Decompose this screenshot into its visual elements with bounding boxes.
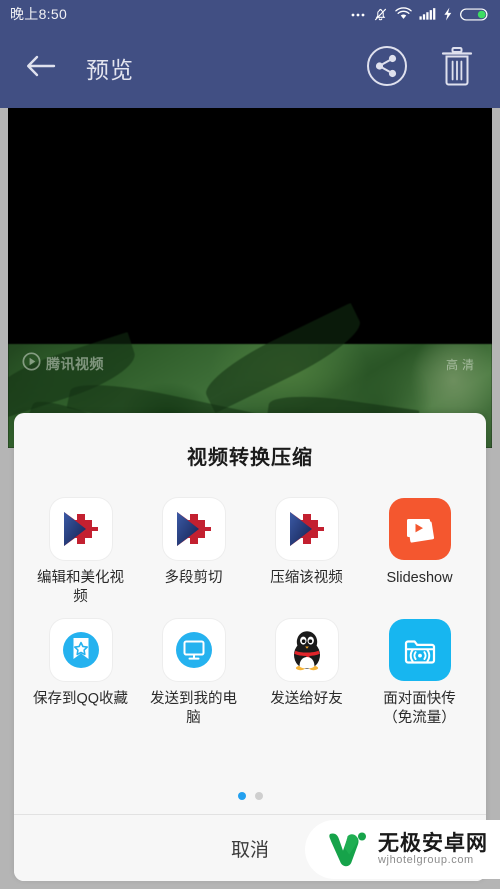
charging-bolt-icon [443,7,453,21]
w-logo-icon [325,827,369,872]
share-item-label: 发送给好友 [270,691,343,708]
arrow-left-icon [24,53,58,84]
video-quality-label: 高清 [445,358,478,372]
video-letterbox [8,108,492,344]
play-circle-icon [22,352,41,376]
videoshow-app-icon [49,498,112,560]
share-button[interactable] [362,43,412,93]
share-nodes-icon [365,44,409,93]
share-item-face-to-face-transfer[interactable]: 面对面快传（免流量） [363,611,476,732]
share-item-edit-beautify[interactable]: 编辑和美化视频 [24,490,137,611]
status-bar-clock: 晚上8:50 [10,6,68,22]
notifications-muted-icon [373,7,388,22]
videoshow-app-icon [162,498,225,560]
videoshow-app-icon [275,498,338,560]
site-watermark-url: wjhotelgroup.com [378,853,474,866]
app-bar: 预览 [0,28,500,108]
video-preview[interactable]: 腾讯视频 高清 [8,108,492,448]
qq-penguin-icon [275,619,338,682]
share-item-multi-trim[interactable]: 多段剪切 [137,490,250,611]
share-sheet: 视频转换压缩 编辑和美化视频 多段剪切 压缩该视频 Slideshow 保存到Q… [14,413,486,881]
content-stage: 腾讯视频 高清 视频转换压缩 编辑和美化视频 多段剪切 压缩该视频 Slides… [0,108,500,889]
status-bar: 晚上8:50 [0,0,500,28]
pagination-dot-2[interactable] [254,792,263,800]
site-watermark-texts: 无极安卓网 wjhotelgroup.com [378,831,488,867]
share-item-label: 面对面快传（免流量） [383,691,456,727]
more-dots-icon [350,7,366,21]
share-item-send-to-friend[interactable]: 发送给好友 [250,611,363,732]
share-item-slideshow[interactable]: Slideshow [363,490,476,611]
pagination-dots[interactable] [14,782,486,814]
share-item-compress-video[interactable]: 压缩该视频 [250,490,363,611]
back-button[interactable] [18,45,64,91]
wifi-icon [395,7,412,21]
share-sheet-title: 视频转换压缩 [187,447,313,469]
trash-icon [438,45,476,92]
battery-icon [460,7,490,22]
delete-button[interactable] [432,43,482,93]
share-item-label: 保存到QQ收藏 [32,691,129,708]
slideshow-app-icon [388,498,451,560]
page-title: 预览 [86,57,134,83]
share-item-label: Slideshow [386,570,453,586]
site-watermark: 无极安卓网 wjhotelgroup.com [305,820,500,879]
send-to-my-computer-icon [162,619,225,682]
qq-favorites-icon [49,619,112,682]
phone-screen: 晚上8:50 预览 腾讯视频 高清 视频转换压缩 编辑和美化视频 多段剪切 压缩… [0,0,500,889]
share-item-label: 发送到我的电脑 [150,691,237,727]
tencent-video-label: 腾讯视频 [46,356,104,372]
share-item-label: 编辑和美化视频 [37,570,124,606]
site-watermark-name: 无极安卓网 [378,831,488,855]
tencent-video-watermark: 腾讯视频 [22,352,104,376]
share-item-label: 压缩该视频 [270,570,343,586]
status-bar-icons [350,7,490,22]
share-item-label: 多段剪切 [164,570,223,586]
share-item-qq-favorites[interactable]: 保存到QQ收藏 [24,611,137,732]
face-to-face-transfer-icon [388,619,451,682]
share-item-send-to-my-computer[interactable]: 发送到我的电脑 [137,611,250,732]
pagination-dot-1[interactable] [237,792,246,800]
share-target-grid: 编辑和美化视频 多段剪切 压缩该视频 Slideshow 保存到QQ收藏 发送到… [14,476,486,782]
cellular-signal-icon [419,7,436,21]
